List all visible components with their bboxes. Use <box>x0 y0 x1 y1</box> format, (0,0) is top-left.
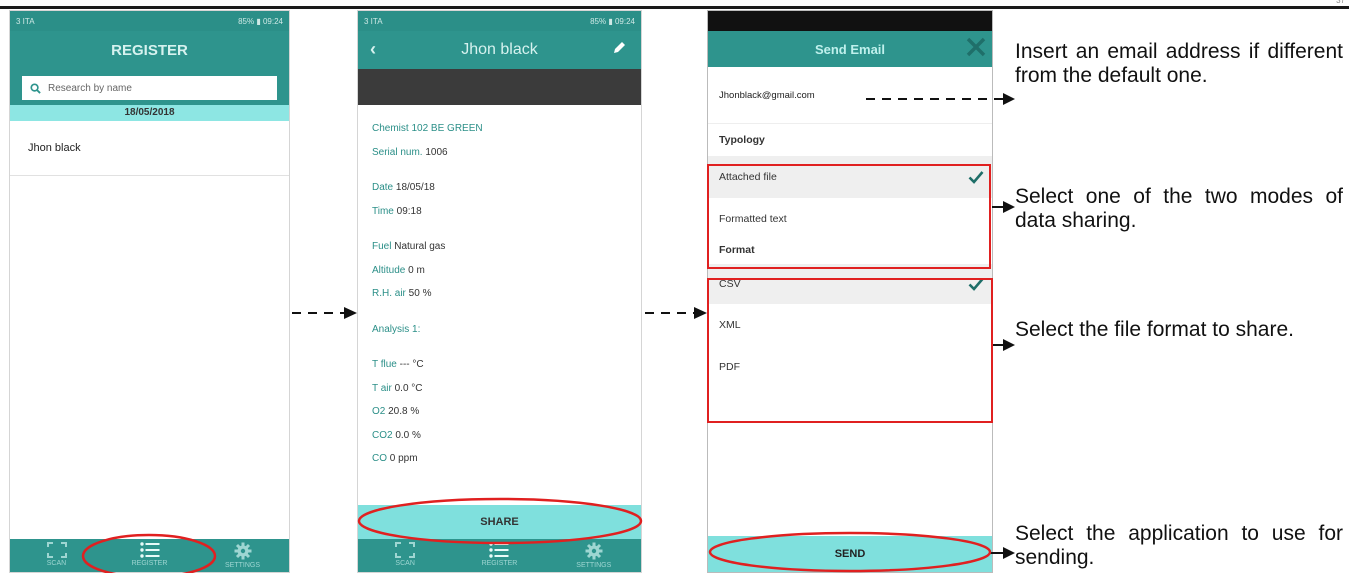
arrow-head <box>1003 201 1015 213</box>
share-button-highlight <box>357 497 643 545</box>
arrow-head <box>694 307 707 319</box>
register-nav-highlight <box>81 533 217 573</box>
send-button-highlight <box>708 531 992 573</box>
arrow-head <box>1003 547 1015 559</box>
arrow-head <box>1003 93 1015 105</box>
annotation-overlay <box>81 93 1015 573</box>
arrow-head <box>1003 339 1015 351</box>
arrow-head <box>344 307 357 319</box>
